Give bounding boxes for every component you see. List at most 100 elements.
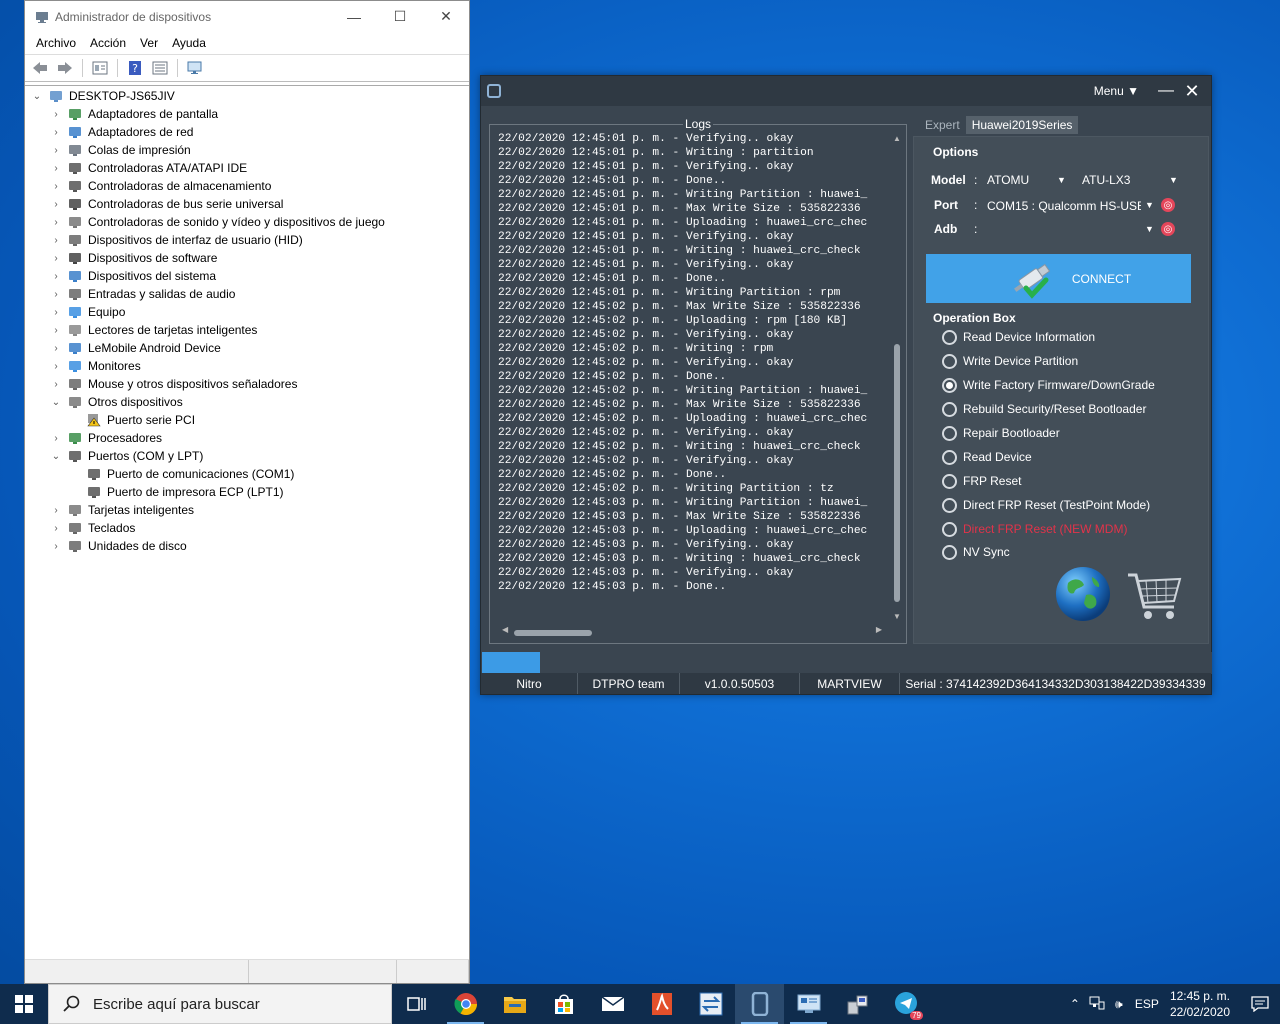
operation-option[interactable]: FRP Reset — [942, 472, 1021, 490]
operation-option[interactable]: Repair Bootloader — [942, 424, 1060, 442]
chevron-right-icon[interactable]: › — [50, 433, 62, 444]
tree-item[interactable]: › Adaptadores de red — [50, 123, 193, 141]
radio-checked[interactable] — [942, 377, 957, 393]
chevron-right-icon[interactable]: › — [50, 127, 62, 138]
logs-text-area[interactable]: 22/02/2020 12:45:01 p. m. - Verifying.. … — [491, 132, 886, 623]
task-view-button[interactable] — [392, 984, 441, 1024]
scroll-up-icon[interactable]: ▲ — [890, 134, 904, 143]
menu-ayuda[interactable]: Ayuda — [165, 36, 213, 50]
taskbar-transfer-app[interactable] — [686, 984, 735, 1024]
chevron-right-icon[interactable]: › — [50, 289, 62, 300]
globe-icon[interactable] — [1054, 565, 1112, 623]
taskbar-flash-tool[interactable] — [735, 984, 784, 1024]
tree-item[interactable]: › Teclados — [50, 519, 135, 537]
tree-item[interactable]: › Adaptadores de pantalla — [50, 105, 218, 123]
logs-horizontal-scrollbar[interactable]: ◀ ▶ — [498, 625, 886, 639]
operation-option[interactable]: Direct FRP Reset (TestPoint Mode) — [942, 496, 1150, 514]
chevron-right-icon[interactable]: › — [50, 271, 62, 282]
radio-unchecked[interactable] — [942, 497, 957, 513]
radio-unchecked[interactable] — [942, 449, 957, 465]
minimize-button[interactable]: — — [331, 1, 377, 32]
chevron-right-icon[interactable]: › — [50, 217, 62, 228]
volume-icon[interactable]: 🕪 — [1108, 997, 1130, 1012]
operation-option[interactable]: Write Device Partition — [942, 352, 1078, 370]
operation-option[interactable]: Rebuild Security/Reset Bootloader — [942, 400, 1146, 418]
tree-item[interactable]: › Dispositivos del sistema — [50, 267, 216, 285]
taskbar-pdf-app[interactable] — [637, 984, 686, 1024]
port-select[interactable]: COM15 : Qualcomm HS-USB QD — [987, 199, 1141, 213]
radio-unchecked[interactable] — [942, 329, 957, 345]
radio-unchecked[interactable] — [942, 425, 957, 441]
tree-item[interactable]: ⌄ Otros dispositivos — [50, 393, 183, 411]
chevron-up-icon[interactable]: ⌃ — [1064, 997, 1086, 1011]
tool-close-button[interactable]: ✕ — [1179, 81, 1205, 102]
operation-option[interactable]: Direct FRP Reset (NEW MDM) — [942, 520, 1127, 538]
variant-dropdown-icon[interactable]: ▼ — [1169, 175, 1178, 185]
adb-dropdown-icon[interactable]: ▼ — [1145, 224, 1154, 234]
tree-item[interactable]: › Entradas y salidas de audio — [50, 285, 235, 303]
chevron-right-icon[interactable]: › — [50, 307, 62, 318]
network-icon[interactable] — [1086, 996, 1108, 1013]
chevron-right-icon[interactable]: › — [50, 199, 62, 210]
close-button[interactable]: ✕ — [423, 1, 469, 32]
tree-item[interactable]: › Controladoras de bus serie universal — [50, 195, 283, 213]
scroll-thumb[interactable] — [514, 630, 592, 636]
tree-item[interactable]: › LeMobile Android Device — [50, 339, 220, 357]
radio-unchecked[interactable] — [942, 544, 957, 560]
tree-item[interactable]: Puerto serie PCI — [69, 411, 195, 429]
tab-huawei2019series[interactable]: Huawei2019Series — [965, 116, 1079, 134]
tree-item[interactable]: › Equipo — [50, 303, 125, 321]
help-icon[interactable]: ? — [124, 58, 146, 78]
variant-select[interactable]: ATU-LX3 — [1082, 173, 1162, 187]
chevron-right-icon[interactable]: › — [50, 361, 62, 372]
radio-unchecked[interactable] — [942, 521, 957, 537]
port-dropdown-icon[interactable]: ▼ — [1145, 200, 1154, 210]
chevron-right-icon[interactable]: › — [50, 253, 62, 264]
model-select[interactable]: ATOMU — [987, 173, 1059, 187]
operation-option[interactable]: Read Device Information — [942, 328, 1095, 346]
tree-item[interactable]: › Unidades de disco — [50, 537, 186, 555]
operation-option[interactable]: Read Device — [942, 448, 1032, 466]
menu-accion[interactable]: Acción — [83, 36, 133, 50]
notification-center-button[interactable] — [1240, 996, 1280, 1012]
chevron-down-icon[interactable]: ⌄ — [50, 451, 62, 462]
taskbar-search-box[interactable]: Escribe aquí para buscar — [48, 984, 392, 1024]
radio-unchecked[interactable] — [942, 401, 957, 417]
tree-item[interactable]: › Dispositivos de software — [50, 249, 217, 267]
tree-item[interactable]: › Lectores de tarjetas inteligentes — [50, 321, 257, 339]
port-refresh-icon[interactable]: ◎ — [1161, 198, 1175, 212]
chevron-right-icon[interactable]: › — [50, 523, 62, 534]
start-button[interactable] — [0, 984, 48, 1024]
chevron-down-icon[interactable]: ⌄ — [50, 397, 62, 408]
scroll-thumb[interactable] — [894, 344, 900, 602]
operation-option[interactable]: Write Factory Firmware/DownGrade — [942, 376, 1155, 394]
tree-item[interactable]: ⌄ Puertos (COM y LPT) — [50, 447, 204, 465]
scan-hardware-icon[interactable] — [184, 58, 206, 78]
tool-titlebar[interactable]: Menu ▼ — ✕ — [481, 76, 1211, 106]
tree-item[interactable]: › Controladoras de sonido y vídeo y dispo… — [50, 213, 385, 231]
clock[interactable]: 12:45 p. m. 22/02/2020 — [1170, 988, 1230, 1020]
list-view-icon[interactable] — [149, 58, 171, 78]
model-dropdown-icon[interactable]: ▼ — [1057, 175, 1066, 185]
scroll-left-icon[interactable]: ◀ — [502, 625, 508, 634]
shopping-cart-icon[interactable] — [1124, 567, 1184, 627]
chevron-right-icon[interactable]: › — [50, 109, 62, 120]
chevron-right-icon[interactable]: › — [50, 145, 62, 156]
back-arrow-icon[interactable] — [29, 58, 51, 78]
device-manager-titlebar[interactable]: Administrador de dispositivos — ☐ ✕ — [25, 1, 469, 32]
tree-item[interactable]: Puerto de impresora ECP (LPT1) — [69, 483, 284, 501]
chevron-right-icon[interactable]: › — [50, 235, 62, 246]
tool-minimize-button[interactable]: — — [1153, 82, 1179, 100]
forward-arrow-icon[interactable] — [54, 58, 76, 78]
tree-item[interactable]: › Monitores — [50, 357, 140, 375]
logs-vertical-scrollbar[interactable]: ▲ ▼ — [890, 132, 904, 623]
tree-item[interactable]: ⌄ DESKTOP-JS65JIV — [31, 87, 175, 105]
tree-item[interactable]: › Controladoras de almacenamiento — [50, 177, 271, 195]
properties-view-icon[interactable] — [89, 58, 111, 78]
scroll-right-icon[interactable]: ▶ — [876, 625, 882, 634]
tree-item[interactable]: › Dispositivos de interfaz de usuario (HI… — [50, 231, 302, 249]
maximize-button[interactable]: ☐ — [377, 1, 423, 32]
taskbar-telegram[interactable]: 79 — [882, 984, 931, 1024]
taskbar-mail[interactable] — [588, 984, 637, 1024]
taskbar-store[interactable] — [539, 984, 588, 1024]
